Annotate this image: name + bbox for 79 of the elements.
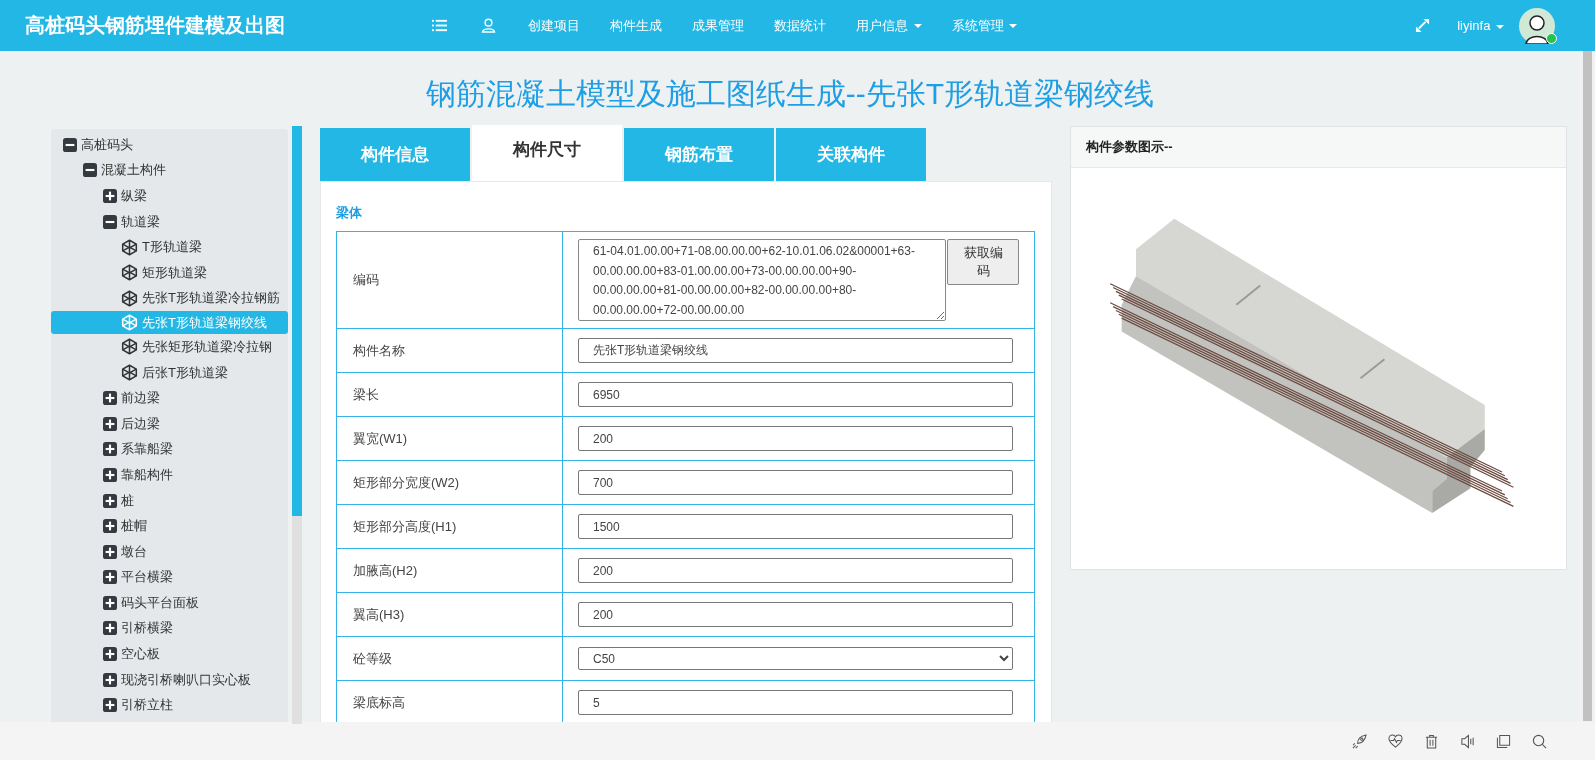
input-field[interactable]: 5 xyxy=(578,690,1013,715)
input-field[interactable]: 700 xyxy=(578,470,1013,495)
tree-item[interactable]: 后张T形轨道梁 xyxy=(51,359,288,386)
code-textarea[interactable]: 61-04.01.00.00+71-08.00.00.00+62-10.01.06.02&00001+63-00.00.00.00+83-01.00.00.00+73-00.00.00.00+90-00.00.00.00+81-00.00.00.00+82-00.00.00.00+80-00.00.00.00+72-00.00.00.00 xyxy=(578,239,946,321)
plus-square-icon[interactable] xyxy=(103,621,117,636)
search-icon[interactable] xyxy=(1532,733,1547,749)
plus-square-icon[interactable] xyxy=(103,647,117,662)
plus-square-icon[interactable] xyxy=(103,698,117,713)
tree-item[interactable]: 码头平台面板 xyxy=(51,590,288,616)
plus-square-icon[interactable] xyxy=(103,570,117,585)
cube-icon xyxy=(121,338,138,356)
input-field[interactable]: 6950 xyxy=(578,382,1013,407)
field-label: 加腋高(H2) xyxy=(336,548,563,593)
field-label: 翼高(H3) xyxy=(336,592,563,637)
field-label: 矩形部分宽度(W2) xyxy=(336,460,563,505)
tree-item[interactable]: 引桥横梁 xyxy=(51,615,288,642)
input-field[interactable]: 200 xyxy=(578,602,1013,627)
tree-item[interactable]: 矩形轨道梁 xyxy=(51,259,288,286)
heart-pulse-icon[interactable] xyxy=(1388,733,1403,749)
plus-square-icon[interactable] xyxy=(103,595,117,610)
plus-square-icon[interactable] xyxy=(103,189,117,203)
cube-icon xyxy=(121,289,138,307)
trash-icon[interactable] xyxy=(1424,733,1439,749)
tab[interactable]: 构件尺寸 xyxy=(472,125,622,181)
get-code-button[interactable]: 获取编码 xyxy=(947,239,1019,285)
tree-item[interactable]: 空心板 xyxy=(51,641,288,667)
panel-title: 构件参数图示-- xyxy=(1086,138,1173,156)
cube-icon xyxy=(121,238,138,256)
plus-square-icon[interactable] xyxy=(103,672,117,687)
tree-item[interactable]: 前边梁 xyxy=(51,385,288,411)
tree-item[interactable]: 系靠船梁 xyxy=(51,436,288,463)
tree-item[interactable]: 引桥立柱 xyxy=(51,692,288,719)
tree-item[interactable]: 混凝土构件 xyxy=(51,157,288,184)
plus-square-icon[interactable] xyxy=(103,467,117,482)
tree-item[interactable]: 平台横梁 xyxy=(51,564,288,591)
tree-item[interactable]: 先张矩形轨道梁冷拉钢 xyxy=(51,334,288,360)
dropdown-field[interactable]: C50 xyxy=(578,647,1013,670)
input-field[interactable]: 1500 xyxy=(578,514,1013,539)
minus-square-icon[interactable] xyxy=(63,137,77,152)
field-label: 砼等级 xyxy=(336,636,563,681)
cube-icon xyxy=(121,314,138,332)
plus-square-icon[interactable] xyxy=(103,442,117,457)
page-title: 钢筋混凝土模型及施工图纸生成--先张T形轨道梁钢绞线 xyxy=(424,76,1156,112)
field-label: 构件名称 xyxy=(336,328,563,373)
plus-square-icon[interactable] xyxy=(103,391,117,406)
tree-item[interactable]: 靠船构件 xyxy=(51,462,288,488)
tree-item[interactable]: 高桩码头 xyxy=(51,132,288,158)
input-field[interactable]: 先张T形轨道梁钢绞线 xyxy=(578,338,1013,363)
plus-square-icon[interactable] xyxy=(103,519,117,534)
input-field[interactable]: 200 xyxy=(578,426,1013,451)
speaker-icon[interactable] xyxy=(1460,733,1475,749)
window-icon[interactable] xyxy=(1496,733,1511,749)
tree-item[interactable]: 轨道梁 xyxy=(51,208,288,235)
field-label: 矩形部分高度(H1) xyxy=(336,504,563,549)
app-title: 高桩码头钢筋埋件建模及出图 xyxy=(25,13,286,38)
input-field[interactable]: 200 xyxy=(578,558,1013,583)
scrollbar[interactable] xyxy=(292,126,302,724)
field-label: 梁长 xyxy=(336,372,563,417)
plus-square-icon[interactable] xyxy=(103,416,117,431)
plus-square-icon[interactable] xyxy=(103,544,117,559)
tree-item[interactable]: 后边梁 xyxy=(51,410,288,437)
page-scrollbar[interactable] xyxy=(1580,51,1595,722)
section-heading: 梁体 xyxy=(336,204,363,222)
cube-icon xyxy=(121,364,138,382)
minus-square-icon[interactable] xyxy=(103,214,117,229)
tree-item[interactable]: 先张T形轨道梁冷拉钢筋 xyxy=(51,285,288,312)
field-label: 翼宽(W1) xyxy=(336,416,563,461)
field-label: 编码 xyxy=(336,231,563,329)
tree-item[interactable]: 桩帽 xyxy=(51,513,288,539)
rocket-icon[interactable] xyxy=(1352,733,1367,749)
tree-item[interactable]: 墩台 xyxy=(51,538,288,565)
tree-item[interactable]: 桩 xyxy=(51,487,288,514)
cube-icon xyxy=(121,264,138,282)
avatar[interactable] xyxy=(1519,7,1555,44)
tree-item[interactable]: 纵梁 xyxy=(51,183,288,209)
tree-item[interactable]: T形轨道梁 xyxy=(51,234,288,260)
minus-square-icon[interactable] xyxy=(83,163,97,178)
plus-square-icon[interactable] xyxy=(103,493,117,508)
tree-item[interactable]: 现浇引桥喇叭口实心板 xyxy=(51,666,288,693)
